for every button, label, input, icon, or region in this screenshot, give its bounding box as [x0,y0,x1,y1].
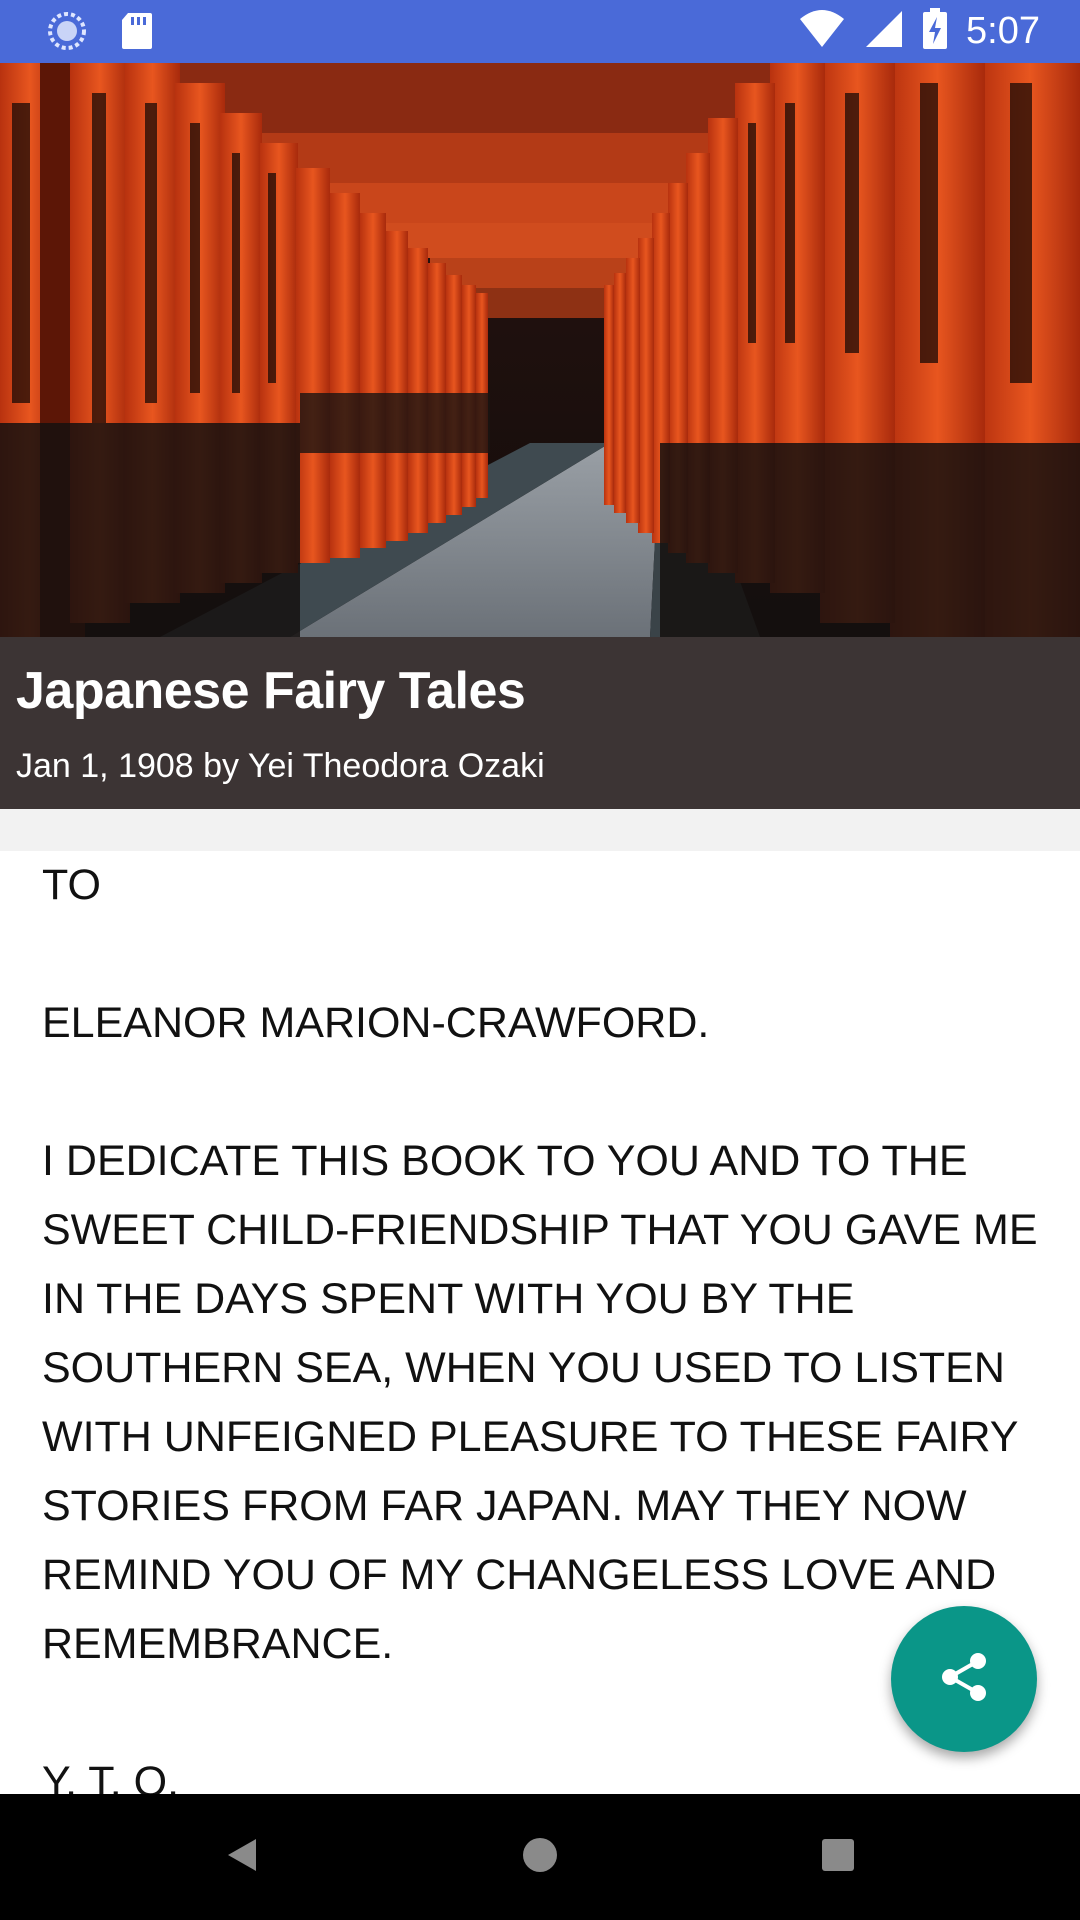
back-icon [222,1835,262,1880]
home-icon [520,1835,560,1880]
content-paragraph: Y. T. O. [42,1758,180,1794]
divider [0,809,1080,851]
battery-charging-icon [922,7,948,55]
signal-icon [864,9,904,54]
torii-gates-corridor-photo [0,63,1080,637]
content-paragraph: TO [42,861,101,909]
sd-card-icon [120,11,154,56]
book-meta: Jan 1, 1908 by Yei Theodora Ozaki [16,747,545,785]
content-paragraph: ELEANOR MARION-CRAWFORD. [42,999,710,1047]
share-icon [936,1649,992,1710]
wifi-icon [798,9,846,54]
content-paragraph: I DEDICATE THIS BOOK TO YOU AND TO THE S… [42,1137,1038,1668]
hero-image [0,63,1080,637]
book-content[interactable]: TO ELEANOR MARION-CRAWFORD. I DEDICATE T… [42,851,1042,1794]
sync-icon [46,10,88,57]
clock-time: 5:07 [966,9,1040,52]
recents-icon [818,1835,858,1880]
back-button[interactable] [162,1794,322,1920]
home-button[interactable] [460,1794,620,1920]
status-bar: 5:07 [0,0,1080,63]
book-header: Japanese Fairy Tales Jan 1, 1908 by Yei … [0,637,1080,809]
share-button[interactable] [891,1606,1037,1752]
recents-button[interactable] [758,1794,918,1920]
book-title: Japanese Fairy Tales [16,662,526,720]
navigation-bar [0,1794,1080,1920]
